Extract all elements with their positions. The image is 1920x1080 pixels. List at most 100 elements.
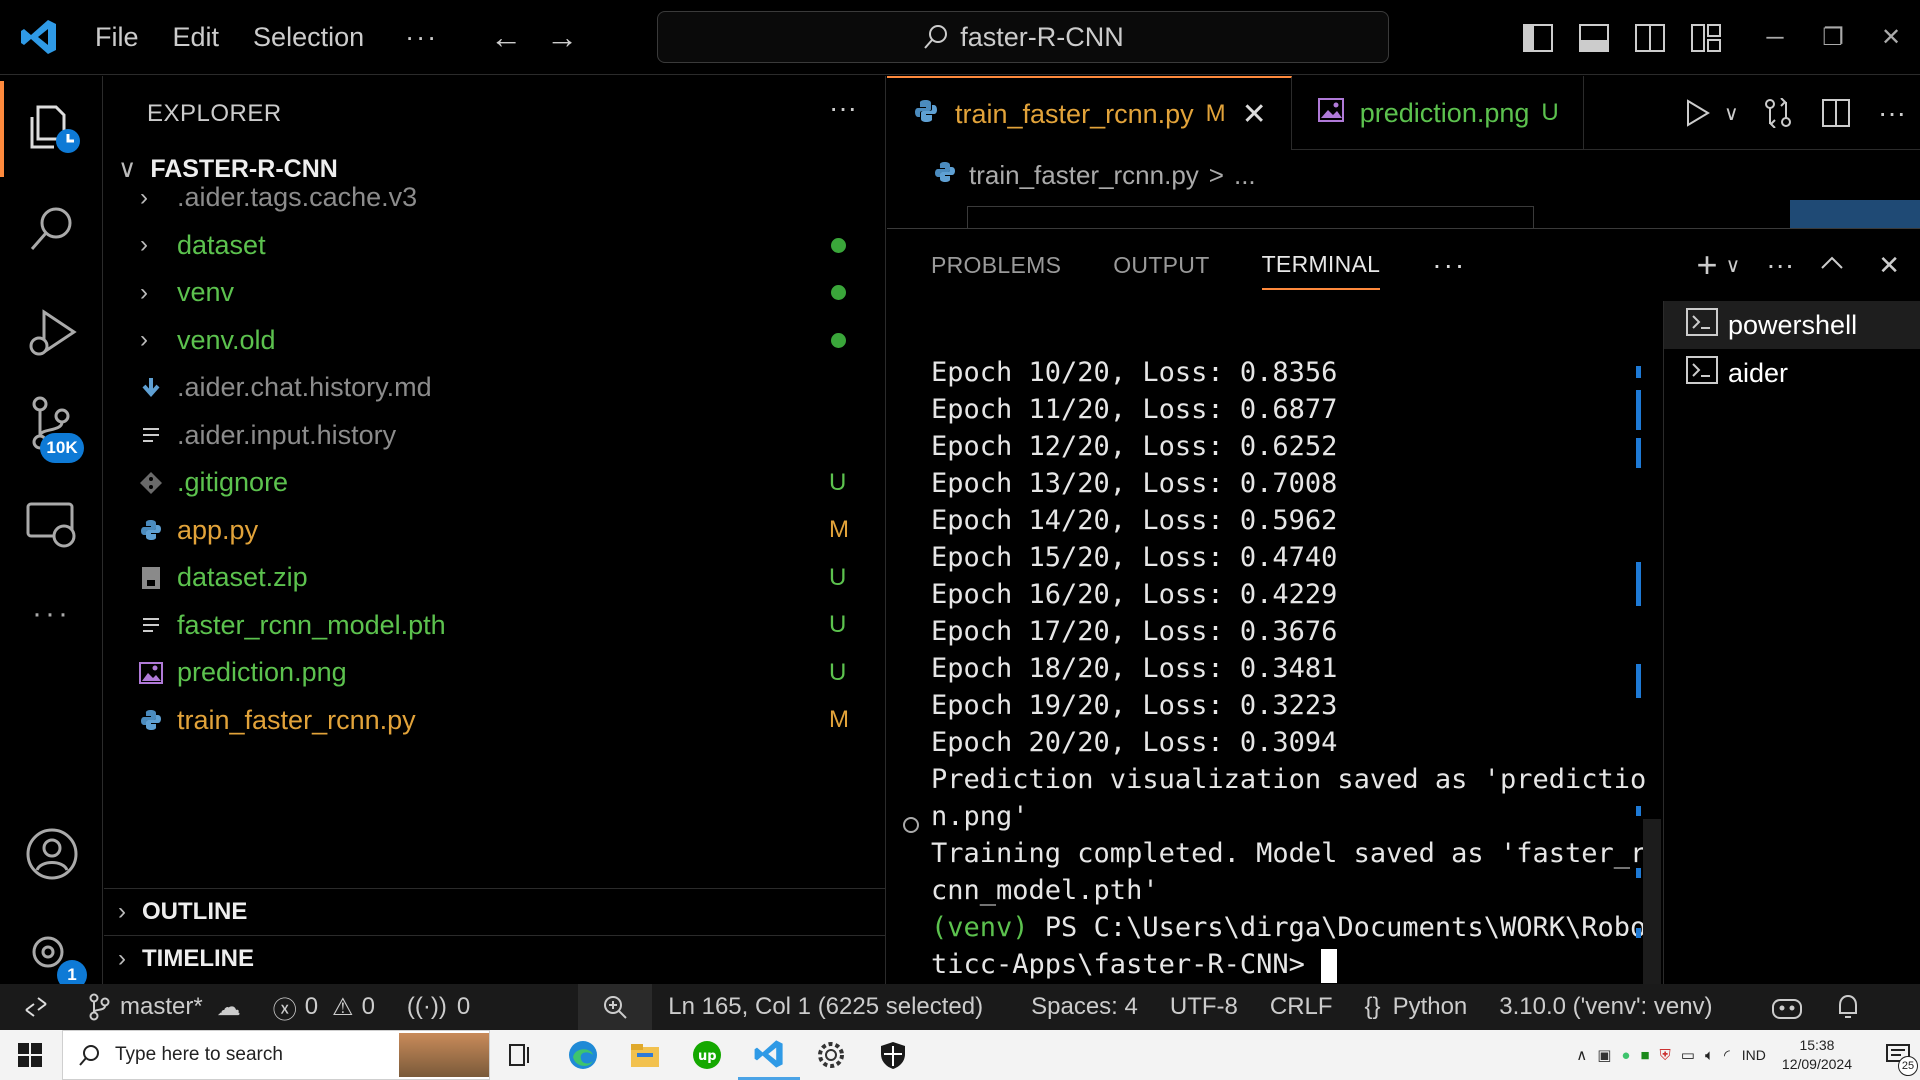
run-dropdown-chevron-icon[interactable]: ∨ [1724,101,1748,126]
ports-status[interactable]: ((·)) 0 [391,984,486,1030]
tab-problems[interactable]: PROBLEMS [931,242,1061,289]
python-interpreter[interactable]: 3.10.0 ('venv': venv) [1483,984,1728,1030]
task-view-icon[interactable] [490,1030,552,1080]
tray-upwork-icon[interactable]: ● [1621,1047,1630,1064]
sync-cloud-icon[interactable]: ☁ [217,993,241,1022]
tab-train-faster-rcnn[interactable]: train_faster_rcnn.py M ✕ [887,76,1292,150]
terminal-output[interactable]: Epoch 10/20, Loss: 0.8356 Epoch 11/20, Lo… [931,354,1646,983]
file-item[interactable]: faster_rcnn_model.pth U [104,602,886,649]
terminal-line: Epoch 19/20, Loss: 0.3223 [931,690,1338,721]
folder-item[interactable]: › dataset [104,222,886,269]
clock-date: 12/09/2024 [1781,1056,1852,1072]
tab-output[interactable]: OUTPUT [1113,242,1209,289]
search-activity-icon[interactable] [0,181,103,277]
md-icon [138,375,164,401]
run-file-icon[interactable] [1672,99,1724,127]
action-center-icon[interactable]: 25 [1876,1030,1920,1080]
activity-bar: 10K ··· 1 [0,76,103,990]
explorer-activity-icon[interactable] [0,81,103,177]
editor-more-icon[interactable]: ··· [1864,97,1920,129]
input-language[interactable]: IND [1742,1047,1766,1063]
language-mode[interactable]: {} Python [1349,984,1484,1030]
run-debug-activity-icon[interactable] [0,284,103,380]
folder-item[interactable]: › .aider.tags.cache.v3 [104,174,886,221]
outline-section[interactable]: › OUTLINE [104,888,886,935]
terminal-item-powershell[interactable]: powershell [1664,301,1920,349]
file-item[interactable]: train_faster_rcnn.py M [104,697,886,744]
error-icon: ⓧ [272,996,297,1024]
edge-browser-icon[interactable] [552,1030,614,1080]
breadcrumb-symbols[interactable]: ... [1234,160,1256,191]
folder-item[interactable]: › venv [104,269,886,316]
python-file-icon [933,160,957,191]
timeline-section[interactable]: › TIMELINE [104,935,886,982]
customize-layout-icon[interactable] [1678,0,1734,75]
problems-status[interactable]: ⓧ 0 ⚠ 0 [257,984,391,1030]
account-icon[interactable] [0,806,103,902]
menu-file[interactable]: File [78,0,156,75]
copilot-icon[interactable] [1755,984,1819,1030]
close-tab-icon[interactable]: ✕ [1242,97,1267,132]
toggle-primary-sidebar-icon[interactable] [1510,0,1566,75]
compare-changes-icon[interactable] [1748,98,1808,128]
toggle-panel-icon[interactable] [1566,0,1622,75]
source-control-activity-icon[interactable]: 10K [0,376,103,472]
new-terminal-plus-icon[interactable]: + [1697,244,1718,286]
menu-selection[interactable]: Selection [236,0,381,75]
close-panel-icon[interactable]: ✕ [1878,250,1900,281]
terminal-item-aider[interactable]: aider [1664,349,1920,397]
remote-indicator-icon[interactable] [0,984,72,1030]
maximize-panel-chevron-icon[interactable] [1820,256,1844,275]
notifications-bell-icon[interactable] [1819,984,1877,1030]
upwork-app-icon[interactable]: up [676,1030,738,1080]
clock[interactable]: 15:38 12/09/2024 [1782,1036,1852,1074]
toggle-secondary-sidebar-icon[interactable] [1622,0,1678,75]
battery-icon[interactable]: ▭ [1681,1046,1695,1064]
tray-security-icon[interactable]: ⛨ [1660,1047,1671,1064]
forward-arrow-icon[interactable]: → [534,19,590,56]
file-item[interactable]: dataset.zip U [104,554,886,601]
volume-icon[interactable]: 🔈︎ [1705,1047,1714,1064]
tab-prediction-png[interactable]: prediction.png U [1292,76,1584,150]
branch-status[interactable]: master* ☁ [72,984,257,1030]
remote-explorer-activity-icon[interactable] [0,476,103,572]
terminal-dropdown-chevron-icon[interactable]: ∨ [1726,253,1741,278]
file-item[interactable]: .aider.input.history [104,412,886,459]
wifi-icon[interactable]: ◜ [1724,1046,1730,1064]
menu-edit[interactable]: Edit [156,0,237,75]
end-of-line[interactable]: CRLF [1254,984,1349,1030]
settings-gear-icon[interactable] [800,1030,862,1080]
indentation[interactable]: Spaces: 4 [1015,984,1154,1030]
explorer-more-button[interactable]: ··· [829,92,857,124]
file-explorer-icon[interactable] [614,1030,676,1080]
tray-nvidia-icon[interactable]: ■ [1640,1047,1649,1064]
windows-start-icon[interactable] [18,1043,42,1072]
encoding[interactable]: UTF-8 [1154,984,1254,1030]
tray-app-icon[interactable]: ▣ [1597,1046,1611,1064]
panel-more-button[interactable]: ··· [1432,239,1466,291]
folder-item[interactable]: › venv.old [104,317,886,364]
file-item[interactable]: app.py M [104,507,886,554]
taskbar-search-box[interactable]: Type here to search [62,1030,490,1080]
file-item[interactable]: prediction.png U [104,649,886,696]
minimize-icon[interactable]: ─ [1746,0,1804,75]
command-center-search[interactable]: faster-R-CNN [657,11,1389,63]
file-item[interactable]: .gitignore U [104,459,886,506]
zoom-icon[interactable] [578,984,653,1030]
panel-more-icon[interactable]: ··· [1766,249,1794,281]
restore-icon[interactable]: ❐ [1804,0,1862,75]
vscode-taskbar-icon[interactable] [738,1030,800,1080]
split-editor-icon[interactable] [1808,99,1864,127]
breadcrumb-file[interactable]: train_faster_rcnn.py [969,160,1199,191]
menu-more-button[interactable]: ··· [381,22,462,53]
back-arrow-icon[interactable]: ← [478,19,534,56]
more-activity-icon[interactable]: ··· [0,566,103,662]
cursor-position[interactable]: Ln 165, Col 1 (6225 selected) [652,984,999,1030]
security-shield-icon[interactable] [862,1030,924,1080]
close-window-icon[interactable]: ✕ [1862,0,1920,75]
command-decoration-icon[interactable] [903,817,919,833]
file-item[interactable]: .aider.chat.history.md [104,364,886,411]
tab-terminal[interactable]: TERMINAL [1261,241,1381,290]
show-hidden-icons-chevron-icon[interactable]: ∧ [1576,1046,1587,1064]
terminal-scrollbar[interactable] [1643,819,1661,985]
